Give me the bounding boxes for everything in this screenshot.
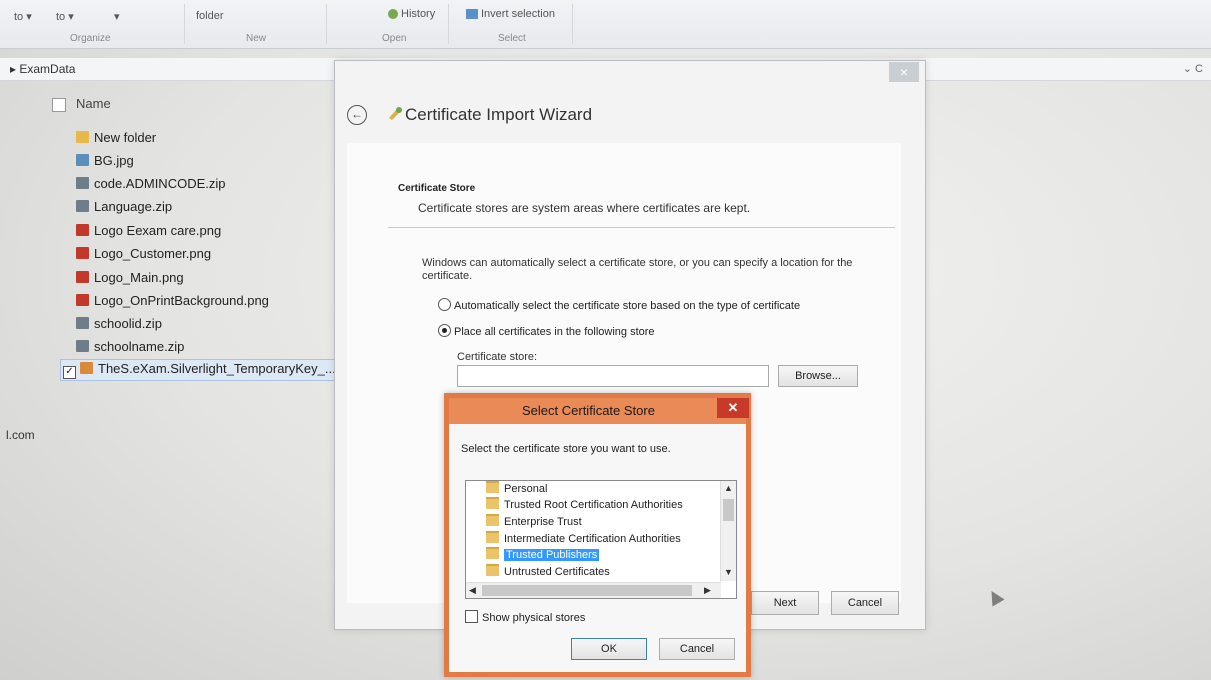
tree-item[interactable]: Untrusted Certificates [486,564,610,580]
file-item-selected[interactable]: ✓ TheS.eXam.Silverlight_TemporaryKey_... [60,359,343,381]
scroll-right-icon[interactable]: ▶ [704,585,711,596]
radio-auto-select[interactable]: Automatically select the certificate sto… [438,298,800,312]
browse-button[interactable]: Browse... [778,365,858,387]
image-file-icon [76,154,89,166]
scroll-down-icon[interactable]: ▼ [724,567,733,577]
back-button[interactable]: ← [347,105,367,125]
png-file-icon [76,247,89,259]
next-button[interactable]: Next [751,591,819,615]
file-item[interactable]: Logo_Main.png [76,270,184,285]
folder-icon [486,564,499,576]
tree-item[interactable]: Intermediate Certification Authorities [486,531,681,547]
ribbon-invert-selection[interactable]: Invert selection [466,8,555,20]
ribbon-dropdown[interactable]: ▾ [114,10,120,23]
ribbon-separator [448,4,449,44]
show-physical-stores-checkbox[interactable]: Show physical stores [465,610,585,624]
radio-button-checked[interactable] [438,324,451,337]
select-all-checkbox[interactable] [52,97,66,112]
png-file-icon [76,271,89,283]
zip-file-icon [76,200,89,212]
file-checkbox[interactable]: ✓ [63,366,76,379]
dialog-titlebar[interactable]: Select Certificate Store [449,398,746,424]
tree-item[interactable]: Trusted Root Certification Authorities [486,497,683,513]
cancel-button[interactable]: Cancel [831,591,899,615]
folder-icon [486,497,499,509]
file-item[interactable]: BG.jpg [76,153,134,168]
dialog-cancel-button[interactable]: Cancel [659,638,735,660]
folder-icon [486,547,499,559]
tree-item[interactable]: Enterprise Trust [486,514,582,530]
certificate-file-icon [80,362,93,374]
png-file-icon [76,294,89,306]
breadcrumb[interactable]: ▸ ExamData [10,62,75,76]
tree-item-selected[interactable]: Trusted Publishers [486,547,600,563]
ribbon-group-select: Select [498,33,526,44]
scroll-thumb[interactable] [723,499,734,521]
invert-selection-icon [466,9,478,20]
ribbon-history[interactable]: History [388,8,435,20]
zip-file-icon [76,177,89,189]
vertical-scrollbar[interactable]: ▲ ▼ [720,481,736,581]
divider [388,227,895,228]
horizontal-scrollbar[interactable]: ◀ ▶ [466,582,721,598]
zip-file-icon [76,317,89,329]
wizard-close-button[interactable]: × [889,62,919,82]
zip-file-icon [76,340,89,352]
wizard-title: Certificate Import Wizard [405,105,593,124]
file-item[interactable]: New folder [76,130,156,145]
file-item[interactable]: Logo Eexam care.png [76,223,221,238]
checkbox[interactable] [465,610,478,623]
section-title: Certificate Store [398,183,476,194]
file-item[interactable]: Logo_OnPrintBackground.png [76,293,269,308]
file-item[interactable]: schoolname.zip [76,339,184,354]
certificate-store-label: Certificate store: [457,351,538,363]
scroll-up-icon[interactable]: ▲ [724,483,733,493]
ribbon-separator [572,4,573,44]
file-item[interactable]: Language.zip [76,199,172,214]
ribbon-separator [326,4,327,44]
select-certificate-store-dialog: Select Certificate Store ✕ Select the ce… [444,393,751,677]
radio-place-in-store[interactable]: Place all certificates in the following … [438,324,655,338]
file-item[interactable]: Logo_Customer.png [76,246,211,261]
dialog-close-button[interactable]: ✕ [717,398,749,418]
file-list: Name New folder BG.jpg code.ADMINCODE.zi… [0,82,343,680]
file-item[interactable]: schoolid.zip [76,316,162,331]
dialog-prompt: Select the certificate store you want to… [461,443,671,455]
history-icon [388,9,398,20]
refresh-button[interactable]: ⌄ C [1183,62,1203,75]
scroll-left-icon[interactable]: ◀ [469,585,476,596]
mouse-cursor-icon [985,587,1005,607]
side-text: l.com [6,428,35,442]
radio-button[interactable] [438,298,451,311]
dialog-title: Select Certificate Store [522,403,655,418]
folder-icon [486,481,499,493]
intro-text: Windows can automatically select a certi… [422,257,853,282]
ribbon-separator [184,4,185,44]
png-file-icon [76,224,89,236]
ok-button[interactable]: OK [571,638,647,660]
explorer-ribbon: to ▾ to ▾ ▾ folder History Invert select… [0,0,1211,49]
ribbon-move-to[interactable]: to ▾ [14,10,32,23]
column-header-name[interactable]: Name [52,96,111,112]
ribbon-copy-to[interactable]: to ▾ [56,10,74,23]
ribbon-group-new: New [246,33,267,44]
folder-icon [76,131,89,143]
folder-icon [486,531,499,543]
certificate-store-tree[interactable]: Personal Trusted Root Certification Auth… [465,480,737,599]
file-item[interactable]: code.ADMINCODE.zip [76,176,225,191]
tree-item[interactable]: Personal [486,481,547,497]
certificate-store-field[interactable] [457,365,769,387]
ribbon-new-folder[interactable]: folder [196,10,224,22]
ribbon-group-open: Open [382,33,407,44]
folder-icon [486,514,499,526]
wizard-header: ← Certificate Import Wizard [335,91,925,141]
certificate-icon [389,107,402,120]
ribbon-group-organize: Organize [70,33,111,44]
scroll-thumb[interactable] [482,585,692,596]
section-description: Certificate stores are system areas wher… [418,201,751,215]
